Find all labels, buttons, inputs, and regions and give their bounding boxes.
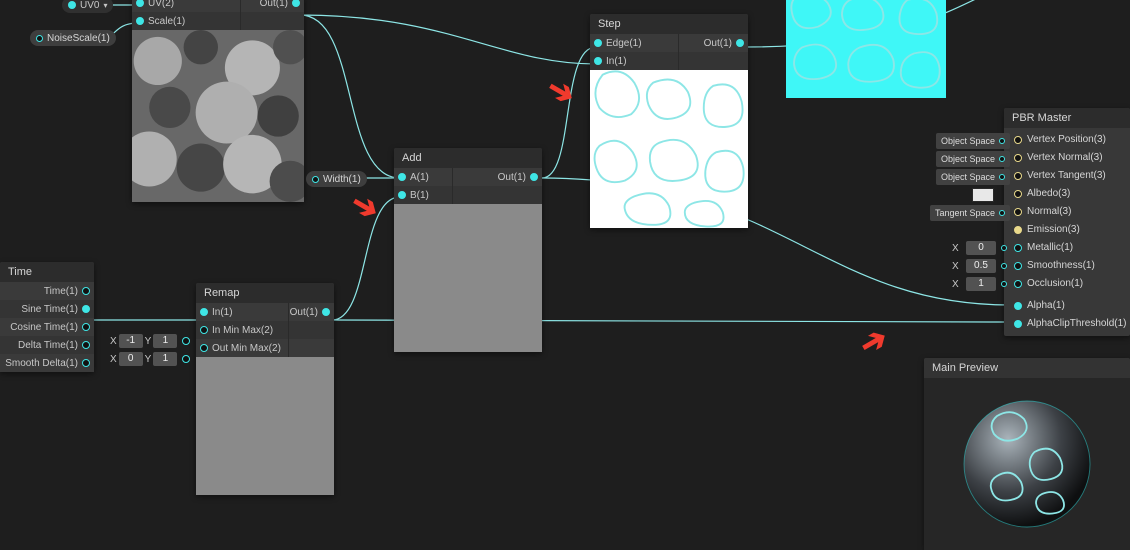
port-label: A(1): [410, 172, 429, 183]
port-label: Metallic(1): [1027, 242, 1073, 253]
port-label: Vertex Position(3): [1027, 134, 1106, 145]
port-dot: [36, 35, 43, 42]
port-dot: [82, 341, 90, 349]
port-label: Scale(1): [148, 16, 185, 27]
param-label: Width(1): [323, 174, 361, 185]
port-dot: [82, 323, 90, 331]
port-dot: [292, 0, 300, 7]
port-dot: [398, 191, 406, 199]
port-label: Out(1): [498, 172, 526, 183]
port-dot: [82, 359, 90, 367]
port-label: In(1): [212, 307, 233, 318]
node-preview: [196, 357, 334, 495]
port-label: Occlusion(1): [1027, 278, 1083, 289]
param-label: NoiseScale(1): [47, 33, 110, 44]
node-title-label: Add: [402, 152, 422, 164]
remap-in-min-field[interactable]: X-1Y1: [110, 334, 190, 348]
port-dot: [200, 344, 208, 352]
port-label: Cosine Time(1): [10, 322, 78, 333]
port-dot: [136, 0, 144, 7]
port-label: Out(1): [704, 38, 732, 49]
port-label: Delta Time(1): [18, 340, 78, 351]
port-dot: [530, 173, 538, 181]
port-label: Albedo(3): [1027, 188, 1070, 199]
port-dot: [322, 308, 330, 316]
port-dot: [200, 308, 208, 316]
chevron-down-icon: ▾: [103, 1, 107, 10]
space-dropdown[interactable]: Object Space: [936, 169, 1010, 185]
remap-out-min-field[interactable]: X0Y1: [110, 352, 190, 366]
node-step[interactable]: Step Edge(1) Out(1) In(1): [590, 14, 748, 228]
node-time[interactable]: Time Time(1) Sine Time(1) Cosine Time(1)…: [0, 262, 94, 372]
port-label: Alpha(1): [1027, 300, 1065, 311]
port-label: B(1): [410, 190, 429, 201]
port-label: Out(1): [290, 307, 318, 318]
space-dropdown[interactable]: Object Space: [936, 151, 1010, 167]
port-dot: [136, 17, 144, 25]
port-label: Smoothness(1): [1027, 260, 1095, 271]
port-dot: [594, 57, 602, 65]
port-label: Out Min Max(2): [212, 343, 281, 354]
port-label: Out(1): [260, 0, 288, 9]
port-dot: [82, 305, 90, 313]
node-preview: [590, 70, 748, 228]
port-label: Smooth Delta(1): [5, 358, 78, 369]
uv-dropdown[interactable]: UV0 ▾: [62, 0, 113, 13]
uv-value: UV0: [80, 0, 99, 11]
port-dot: [398, 173, 406, 181]
panel-title: Main Preview: [932, 362, 998, 374]
port-dot: [82, 287, 90, 295]
param-noise-scale[interactable]: NoiseScale(1): [30, 30, 116, 46]
param-width[interactable]: Width(1): [306, 171, 367, 187]
port-label: Sine Time(1): [21, 304, 78, 315]
port-dot: [736, 39, 744, 47]
occlusion-field[interactable]: X1: [952, 277, 1007, 291]
space-dropdown[interactable]: Tangent Space: [930, 205, 1010, 221]
port-label: Emission(3): [1027, 224, 1080, 235]
port-dot: [594, 39, 602, 47]
port-label: Time(1): [44, 286, 78, 297]
chevron-down-icon: [68, 1, 76, 9]
space-dropdown[interactable]: Object Space: [936, 133, 1010, 149]
preview-cyan: [786, 0, 946, 98]
port-label: Vertex Normal(3): [1027, 152, 1103, 163]
port-label: Normal(3): [1027, 206, 1071, 217]
node-preview: [394, 204, 542, 352]
port-label: AlphaClipThreshold(1): [1027, 318, 1127, 329]
metallic-field[interactable]: X0: [952, 241, 1007, 255]
port-dot: [200, 326, 208, 334]
albedo-color-swatch[interactable]: [972, 188, 994, 202]
node-title-label: Remap: [204, 287, 239, 299]
node-remap[interactable]: Remap In(1) Out(1) In Min Max(2) Out Min…: [196, 283, 334, 495]
port-label: Edge(1): [606, 38, 642, 49]
port-label: In Min Max(2): [212, 325, 273, 336]
port-label: In(1): [606, 56, 627, 67]
port-label: UV(2): [148, 0, 174, 9]
main-preview-viewport: [924, 378, 1130, 550]
node-add[interactable]: Add A(1) Out(1) B(1): [394, 148, 542, 352]
node-title-label: Time: [8, 266, 32, 278]
node-preview: [132, 30, 304, 202]
node-title-label: PBR Master: [1012, 112, 1071, 124]
smoothness-field[interactable]: X0.5: [952, 259, 1007, 273]
node-noise[interactable]: UV(2) Out(1) Scale(1): [132, 0, 304, 202]
panel-main-preview[interactable]: Main Preview: [924, 358, 1130, 550]
node-title-label: Step: [598, 18, 621, 30]
port-dot: [312, 176, 319, 183]
port-label: Vertex Tangent(3): [1027, 170, 1106, 181]
